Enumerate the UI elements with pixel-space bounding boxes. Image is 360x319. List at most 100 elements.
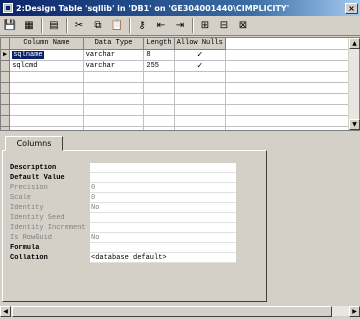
empty-row[interactable] [1,115,349,127]
empty-cell [225,82,349,94]
empty-cell[interactable] [9,71,84,83]
empty-cell[interactable] [143,104,175,116]
column-header[interactable]: Data Type [83,38,145,50]
empty-row[interactable] [1,104,349,116]
data-type-cell[interactable]: varchar [83,60,145,72]
allow-nulls-checkbox[interactable]: ✓ [174,60,226,72]
collation-field[interactable]: <database default> [90,253,236,263]
empty-cell[interactable] [143,126,175,130]
paste-icon[interactable]: 📋 [109,18,125,34]
copy-icon[interactable]: ⧉ [90,18,106,34]
empty-cell [225,71,349,83]
empty-cell[interactable] [174,82,226,94]
scroll-thumb[interactable] [12,306,332,317]
column-name-text[interactable]: sqlname [12,50,44,59]
property-row-identity-seed: Identity Seed [10,213,240,223]
property-row-description: Description [10,163,240,173]
empty-cell[interactable] [83,115,145,127]
empty-cell[interactable] [9,104,84,116]
insert-column-icon[interactable]: ⇤ [153,18,169,34]
empty-cell[interactable] [174,93,226,105]
scroll-right-button[interactable]: ▶ [349,306,360,317]
length-cell[interactable]: 255 [143,60,175,72]
column-name-cell[interactable]: sqlcmd [9,60,84,72]
empty-cell[interactable] [9,93,84,105]
empty-cell[interactable] [83,126,145,130]
length-cell[interactable]: 8 [143,49,175,61]
identity-label: Identity [10,204,44,212]
scroll-down-button[interactable]: ▼ [349,119,360,130]
property-row-precision: Precision 0 [10,183,240,193]
constraints-icon[interactable]: ⊠ [235,18,251,34]
table-row[interactable]: sqlcmd varchar 255 ✓ [1,60,349,72]
empty-cell[interactable] [174,126,226,130]
identity-field: No [90,203,236,213]
column-name-cell[interactable]: sqlname [9,49,84,61]
row-marker[interactable] [1,71,11,83]
formula-field[interactable] [90,243,236,253]
empty-row[interactable] [1,82,349,94]
title-bar: 2:Design Table 'sqllib' in 'DB1' on 'GE3… [0,0,360,16]
empty-row[interactable] [1,93,349,105]
column-header[interactable]: Column Name [9,38,84,50]
empty-cell[interactable] [143,93,175,105]
header-row: Column Name Data Type Length Allow Nulls [1,38,349,50]
scroll-up-button[interactable]: ▲ [349,38,360,49]
property-list: Description Default Value Precision 0 Sc… [10,163,240,263]
row-marker[interactable] [1,93,11,105]
row-marker[interactable] [1,60,11,72]
empty-row[interactable] [1,126,349,130]
empty-cell[interactable] [9,82,84,94]
empty-cell[interactable] [174,104,226,116]
empty-cell[interactable] [83,104,145,116]
empty-cell [225,126,349,130]
set-primary-key-icon[interactable]: ⚷ [134,18,150,34]
data-type-cell[interactable]: varchar [83,49,145,61]
empty-cell[interactable] [83,82,145,94]
properties-icon[interactable]: ▦ [21,18,37,34]
property-row-identity: Identity No [10,203,240,213]
row-marker[interactable] [1,126,11,130]
column-header[interactable]: Length [143,38,175,50]
column-header[interactable]: Allow Nulls [174,38,226,50]
empty-cell[interactable] [174,115,226,127]
empty-cell[interactable] [143,71,175,83]
row-marker[interactable] [1,82,11,94]
toolbar-separator [41,18,43,33]
horizontal-scrollbar[interactable]: ◀ ▶ [0,305,360,317]
default-value-field[interactable] [90,173,236,183]
identity-seed-field [90,213,236,223]
identity-increment-field [90,223,236,233]
table-row[interactable]: ▶ sqlname varchar 8 ✓ [1,49,349,61]
indexes-icon[interactable]: ⊟ [216,18,232,34]
tab-columns[interactable]: Columns [5,136,63,151]
scroll-left-button[interactable]: ◀ [0,306,11,317]
empty-cell[interactable] [143,82,175,94]
row-marker[interactable] [1,104,11,116]
column-grid: Column Name Data Type Length Allow Nulls… [1,38,349,130]
close-button[interactable]: × [345,2,358,14]
toolbar-separator [192,18,194,33]
row-marker[interactable]: ▶ [1,49,11,61]
description-field[interactable] [90,163,236,173]
grid-vertical-scrollbar[interactable]: ▲ ▼ [348,38,360,130]
empty-cell[interactable] [83,93,145,105]
empty-cell[interactable] [9,115,84,127]
empty-row[interactable] [1,71,349,83]
allow-nulls-checkbox[interactable]: ✓ [174,49,226,61]
save-icon[interactable]: 💾 [2,18,18,34]
row-marker[interactable] [1,115,11,127]
empty-cell [225,93,349,105]
relationships-icon[interactable]: ⊞ [197,18,213,34]
formula-label: Formula [10,244,40,252]
delete-column-icon[interactable]: ⇥ [172,18,188,34]
window-title: 2:Design Table 'sqllib' in 'DB1' on 'GE3… [16,3,290,13]
cut-icon[interactable]: ✂ [71,18,87,34]
manage-icon[interactable]: ▤ [46,18,62,34]
empty-cell[interactable] [83,71,145,83]
empty-cell[interactable] [9,126,84,130]
empty-cell[interactable] [174,71,226,83]
scale-field: 0 [90,193,236,203]
toolbar-separator [129,18,131,33]
empty-cell[interactable] [143,115,175,127]
